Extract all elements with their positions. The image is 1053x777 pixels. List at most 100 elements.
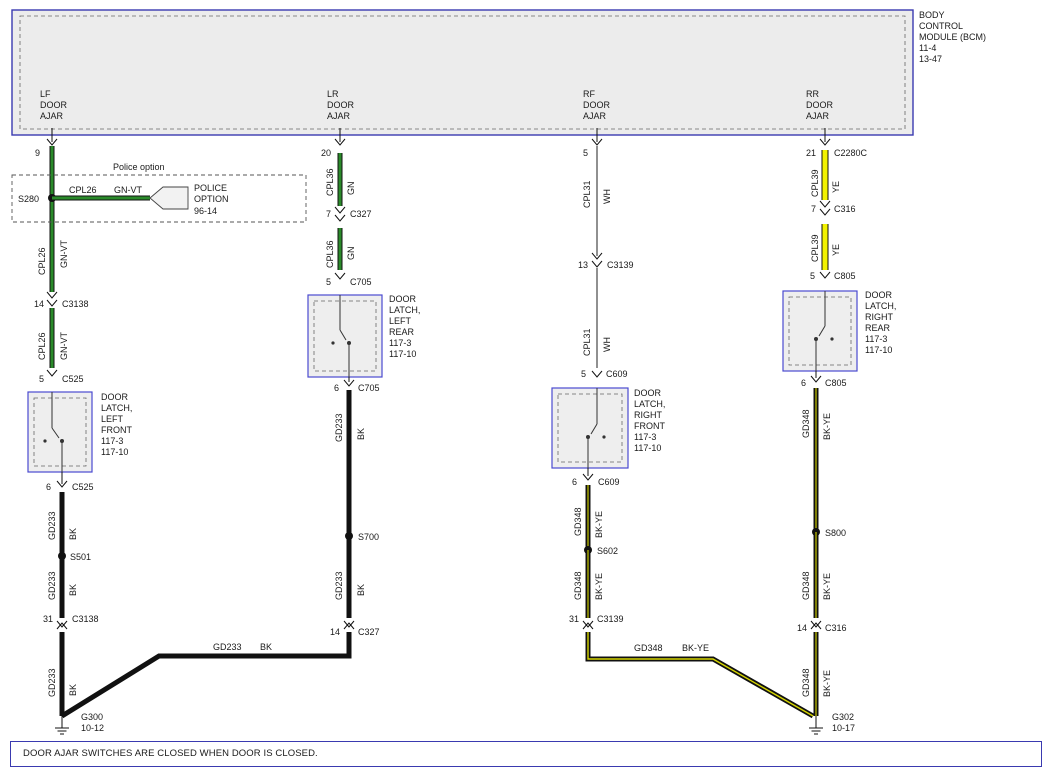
svg-text:REAR: REAR	[389, 327, 415, 337]
lr-wire-5[interactable]	[60, 632, 352, 719]
svg-text:REAR: REAR	[865, 323, 891, 333]
rr-door-latch[interactable]	[782, 290, 858, 372]
lf-connector-c3138-top[interactable]	[46, 291, 58, 307]
svg-text:DOOR: DOOR	[583, 100, 611, 110]
police-splice-label: S280	[18, 194, 39, 204]
rf-c2-name: C609	[606, 369, 628, 379]
svg-text:DOOR: DOOR	[389, 294, 417, 304]
police-wire-color: GN-VT	[114, 185, 143, 195]
lr-connector-c327-top[interactable]	[334, 206, 346, 222]
svg-text:117-3: 117-3	[101, 436, 123, 446]
police-option-label: Police option	[113, 162, 165, 172]
svg-text:117-10: 117-10	[634, 443, 661, 453]
svg-text:LATCH,: LATCH,	[865, 301, 896, 311]
rr-wire-4-color: BK-YE	[822, 573, 832, 600]
note-text: DOOR AJAR SWITCHES ARE CLOSED WHEN DOOR …	[23, 748, 318, 759]
rr-wire-4-circuit: GD348	[801, 571, 811, 600]
lf-c3-pin: 6	[46, 482, 51, 492]
rr-wire-2-circuit: CPL39	[810, 234, 820, 262]
svg-text:FRONT: FRONT	[634, 421, 665, 431]
lr-door-latch-label: DOOR LATCH, LEFT REAR 117-3 117-10	[389, 294, 420, 359]
svg-text:117-3: 117-3	[634, 432, 656, 442]
rr-wire-5-color: BK-YE	[822, 670, 832, 697]
lf-wire-2-circuit: CPL26	[37, 332, 47, 360]
rr-splice-label: S800	[825, 528, 846, 538]
rr-c2-pin: 5	[810, 271, 815, 281]
rr-wire-3-color: BK-YE	[822, 413, 832, 440]
bcm-ref-2: 13-47	[919, 54, 942, 64]
rf-c3-pin: 6	[572, 477, 577, 487]
ground-g302-ref: 10-17	[832, 723, 855, 733]
rr-wire-5-circuit: GD348	[801, 668, 811, 697]
rr-wire-1-color: YE	[831, 181, 841, 193]
svg-text:AJAR: AJAR	[583, 111, 607, 121]
svg-text:117-10: 117-10	[865, 345, 892, 355]
ground-g300-icon	[55, 716, 69, 735]
police-wire-circuit: CPL26	[69, 185, 97, 195]
svg-text:LF: LF	[40, 89, 51, 99]
lr-wire-1-circuit: CPL36	[325, 168, 335, 196]
ground-g300-ref: 10-12	[81, 723, 104, 733]
svg-text:AJAR: AJAR	[806, 111, 830, 121]
rr-c2-name: C805	[834, 271, 856, 281]
lf-c4-pin: 31	[43, 614, 53, 624]
rr-wire-3-circuit: GD348	[801, 409, 811, 438]
lr-connector-c327-bottom[interactable]	[343, 620, 355, 630]
lf-connector-c3138-bottom[interactable]	[56, 620, 68, 630]
lf-wire-3-circuit: GD233	[47, 511, 57, 540]
lf-c2-name: C525	[62, 374, 84, 384]
lr-pin-top: 20	[321, 148, 331, 158]
rf-wire-4-color: BK-YE	[594, 573, 604, 600]
lr-c1-name: C327	[350, 209, 372, 219]
svg-text:AJAR: AJAR	[327, 111, 351, 121]
rr-connector-c316-top[interactable]	[819, 200, 831, 216]
rf-splice-label: S602	[597, 546, 618, 556]
svg-text:RIGHT: RIGHT	[634, 410, 663, 420]
lr-c4-pin: 14	[330, 627, 340, 637]
lr-wire-4-color: BK	[356, 584, 366, 596]
rf-wire-5-circuit: GD348	[634, 643, 663, 653]
svg-text:DOOR: DOOR	[806, 100, 834, 110]
lr-c2-pin: 5	[326, 277, 331, 287]
svg-text:RIGHT: RIGHT	[865, 312, 894, 322]
lr-wire-1-color: GN	[346, 182, 356, 196]
rf-wire-1-color: WH	[602, 189, 612, 204]
svg-text:DOOR: DOOR	[40, 100, 68, 110]
bcm-module[interactable]	[11, 9, 914, 136]
lr-door-latch[interactable]	[307, 294, 383, 378]
rr-c1-pin: 7	[811, 204, 816, 214]
police-option-connector[interactable]	[149, 186, 189, 210]
rr-connector-c316-bottom[interactable]	[810, 620, 822, 630]
ground-g302-name: G302	[832, 712, 854, 722]
rf-wire-1-circuit: CPL31	[582, 180, 592, 208]
svg-text:LEFT: LEFT	[389, 316, 412, 326]
lf-wire-5-circuit: GD233	[47, 668, 57, 697]
svg-text:AJAR: AJAR	[40, 111, 64, 121]
svg-text:DOOR: DOOR	[101, 392, 129, 402]
lr-wire-2-circuit: CPL36	[325, 240, 335, 268]
lf-wire-1-color: GN-VT	[59, 240, 69, 269]
lr-wire-5-circuit: GD233	[213, 642, 242, 652]
police-target-2: OPTION	[194, 194, 229, 204]
rf-connector-c3139-bottom[interactable]	[582, 620, 594, 630]
bcm-title-3: MODULE (BCM)	[919, 32, 986, 42]
rr-c4-name: C316	[825, 623, 847, 633]
svg-text:DOOR: DOOR	[327, 100, 355, 110]
lf-door-latch-label: DOOR LATCH, LEFT FRONT 117-3 117-10	[101, 392, 132, 457]
svg-text:117-10: 117-10	[389, 349, 416, 359]
rf-c2-pin: 5	[581, 369, 586, 379]
lf-c4-name: C3138	[72, 614, 99, 624]
ground-g300-name: G300	[81, 712, 103, 722]
lr-wire-5-color: BK	[260, 642, 272, 652]
lf-c2-pin: 5	[39, 374, 44, 384]
svg-text:117-3: 117-3	[865, 334, 887, 344]
lf-c3-name: C525	[72, 482, 94, 492]
lf-door-latch[interactable]	[27, 391, 93, 473]
rf-door-latch[interactable]	[551, 387, 629, 469]
svg-text:LR: LR	[327, 89, 339, 99]
svg-text:RF: RF	[583, 89, 595, 99]
rr-door-latch-label: DOOR LATCH, RIGHT REAR 117-3 117-10	[865, 290, 896, 355]
svg-text:DOOR: DOOR	[634, 388, 662, 398]
svg-text:DOOR: DOOR	[865, 290, 893, 300]
rf-wire-4-circuit: GD348	[573, 571, 583, 600]
